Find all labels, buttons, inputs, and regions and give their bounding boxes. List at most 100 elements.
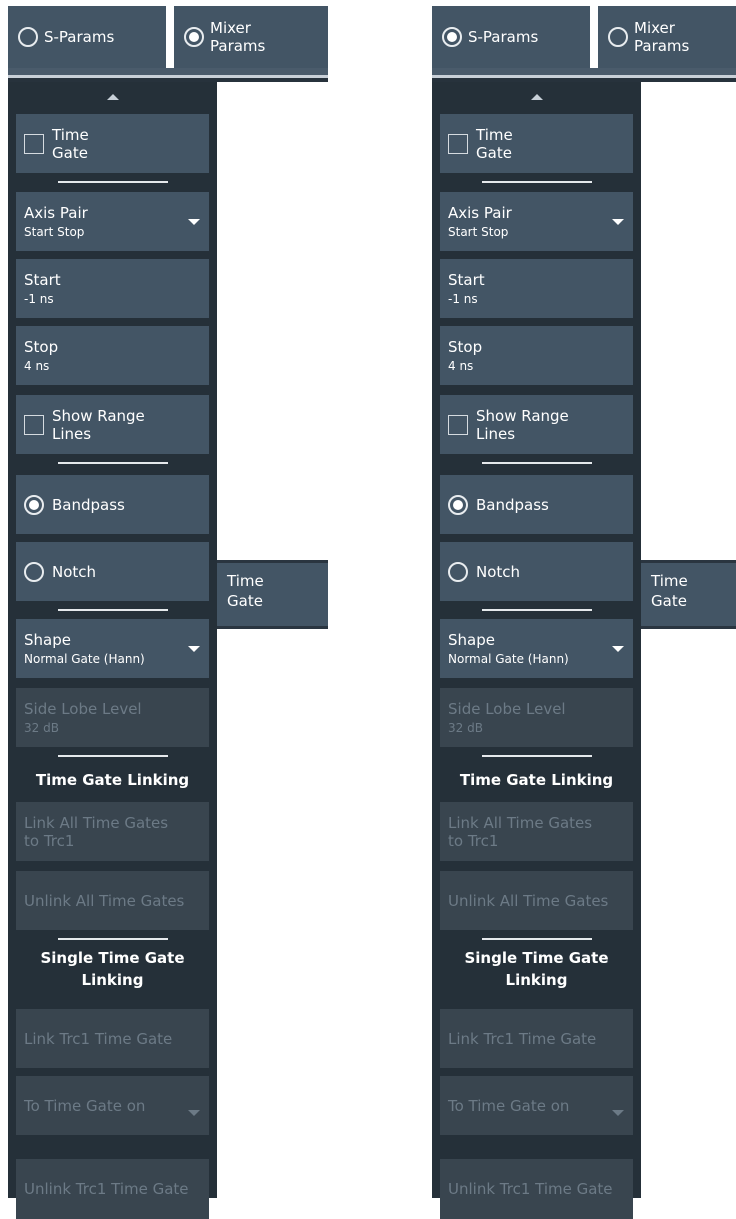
- bandpass-radio-button[interactable]: Bandpass: [16, 475, 209, 534]
- s-params-radio-button[interactable]: S-Params: [8, 6, 166, 68]
- side-tab-border-bottom: [641, 626, 736, 629]
- unlink-all-time-gates-button[interactable]: Unlink All Time Gates: [16, 871, 209, 930]
- chevron-down-icon: [188, 1109, 200, 1116]
- s-params-label: S-Params: [44, 28, 115, 46]
- left-softkey-panel: S-Params Mixer Params Time Gate Axis Pai…: [0, 0, 328, 1219]
- separator: [57, 462, 168, 464]
- notch-label: Notch: [52, 562, 97, 581]
- link-trc1-time-gate-button[interactable]: Link Trc1 Time Gate: [440, 1009, 633, 1068]
- radio-off-icon: [24, 561, 44, 582]
- start-button[interactable]: Start -1 ns: [440, 259, 633, 318]
- side-tab-line2: Gate: [651, 592, 687, 610]
- link-trc1-label: Link Trc1 Time Gate: [448, 1029, 597, 1048]
- radio-on-icon: [448, 494, 468, 515]
- unlink-trc1-time-gate-button[interactable]: Unlink Trc1 Time Gate: [440, 1159, 633, 1219]
- stop-value: 4 ns: [24, 358, 50, 373]
- show-range-lines-checkbox[interactable]: Show Range Lines: [440, 395, 633, 454]
- topbar-divider: [432, 68, 736, 75]
- time-gate-side-tab[interactable]: Time Gate: [217, 560, 328, 628]
- start-button[interactable]: Start -1 ns: [16, 259, 209, 318]
- side-tab-border-top: [217, 560, 328, 563]
- unlink-all-label: Unlink All Time Gates: [24, 891, 185, 910]
- unlink-trc1-time-gate-button[interactable]: Unlink Trc1 Time Gate: [16, 1159, 209, 1219]
- unlink-all-time-gates-button[interactable]: Unlink All Time Gates: [440, 871, 633, 930]
- start-value: -1 ns: [24, 291, 54, 306]
- link-all-line2: to Trc1: [24, 831, 75, 850]
- mixer-label-line2: Params: [634, 37, 690, 55]
- shape-label: Shape: [24, 630, 71, 649]
- to-time-gate-on-dropdown[interactable]: To Time Gate on: [440, 1076, 633, 1135]
- side-lobe-level-button[interactable]: Side Lobe Level 32 dB: [16, 688, 209, 747]
- chevron-up-icon: [106, 94, 119, 100]
- show-range-lines-line1: Show Range: [476, 406, 569, 425]
- notch-radio-button[interactable]: Notch: [440, 542, 633, 601]
- mixer-label-line2: Params: [210, 37, 266, 55]
- to-time-gate-on-label: To Time Gate on: [24, 1096, 146, 1115]
- time-gate-label-line1: Time: [52, 125, 89, 144]
- mixer-label-line1: Mixer: [210, 19, 251, 37]
- s-params-radio-button[interactable]: S-Params: [432, 6, 590, 68]
- to-time-gate-on-dropdown[interactable]: To Time Gate on: [16, 1076, 209, 1135]
- single-heading-line2: Linking: [81, 971, 144, 989]
- time-gate-checkbox[interactable]: Time Gate: [16, 114, 209, 173]
- time-gate-checkbox[interactable]: Time Gate: [440, 114, 633, 173]
- shape-dropdown[interactable]: Shape Normal Gate (Hann): [16, 619, 209, 678]
- checkbox-icon: [448, 133, 468, 154]
- start-value: -1 ns: [448, 291, 478, 306]
- time-gate-linking-heading: Time Gate Linking: [459, 771, 614, 789]
- mixer-params-label: Mixer Params: [210, 19, 265, 55]
- shape-dropdown[interactable]: Shape Normal Gate (Hann): [440, 619, 633, 678]
- mixer-params-label: Mixer Params: [634, 19, 689, 55]
- chevron-down-icon: [612, 645, 624, 652]
- time-gate-softkey-panel: Time Gate Axis Pair Start Stop Start -1 …: [8, 82, 217, 1219]
- bandpass-radio-button[interactable]: Bandpass: [440, 475, 633, 534]
- link-all-time-gates-button[interactable]: Link All Time Gates to Trc1: [440, 802, 633, 861]
- single-heading-line2: Linking: [505, 971, 568, 989]
- chevron-down-icon: [612, 1109, 624, 1116]
- side-lobe-level-value: 32 dB: [24, 720, 59, 735]
- side-lobe-level-label: Side Lobe Level: [24, 699, 142, 718]
- link-trc1-label: Link Trc1 Time Gate: [24, 1029, 173, 1048]
- time-gate-linking-heading: Time Gate Linking: [35, 771, 190, 789]
- unlink-trc1-label: Unlink Trc1 Time Gate: [448, 1180, 613, 1198]
- chevron-down-icon: [612, 218, 624, 225]
- show-range-lines-checkbox[interactable]: Show Range Lines: [16, 395, 209, 454]
- axis-pair-dropdown[interactable]: Axis Pair Start Stop: [440, 192, 633, 251]
- separator: [481, 609, 592, 611]
- scroll-up-button[interactable]: [432, 90, 641, 104]
- time-gate-side-tab[interactable]: Time Gate: [641, 560, 736, 628]
- s-params-label: S-Params: [468, 28, 539, 46]
- separator: [481, 462, 592, 464]
- axis-pair-dropdown[interactable]: Axis Pair Start Stop: [16, 192, 209, 251]
- link-all-time-gates-button[interactable]: Link All Time Gates to Trc1: [16, 802, 209, 861]
- chevron-down-icon: [188, 645, 200, 652]
- stop-value: 4 ns: [448, 358, 474, 373]
- time-gate-label-line2: Gate: [52, 143, 88, 162]
- stop-button[interactable]: Stop 4 ns: [440, 326, 633, 385]
- side-tab-border-bottom: [217, 626, 328, 629]
- checkbox-icon: [24, 133, 44, 154]
- stop-label: Stop: [24, 337, 59, 356]
- chevron-down-icon: [188, 218, 200, 225]
- mixer-params-radio-button[interactable]: Mixer Params: [598, 6, 736, 68]
- stop-button[interactable]: Stop 4 ns: [16, 326, 209, 385]
- radio-on-icon: [24, 494, 44, 515]
- mixer-params-radio-button[interactable]: Mixer Params: [174, 6, 328, 68]
- scroll-up-button[interactable]: [8, 90, 217, 104]
- side-lobe-level-button[interactable]: Side Lobe Level 32 dB: [440, 688, 633, 747]
- show-range-lines-line2: Lines: [476, 424, 516, 443]
- unlink-all-label: Unlink All Time Gates: [448, 891, 609, 910]
- time-gate-softkey-panel: Time Gate Axis Pair Start Stop Start -1 …: [432, 82, 641, 1219]
- show-range-lines-line2: Lines: [52, 424, 92, 443]
- axis-pair-label: Axis Pair: [448, 203, 512, 222]
- show-range-lines-line1: Show Range: [52, 406, 145, 425]
- parameter-type-bar: S-Params Mixer Params: [424, 6, 736, 68]
- radio-off-icon: [448, 561, 468, 582]
- link-all-line1: Link All Time Gates: [24, 813, 169, 832]
- link-trc1-time-gate-button[interactable]: Link Trc1 Time Gate: [16, 1009, 209, 1068]
- notch-radio-button[interactable]: Notch: [16, 542, 209, 601]
- separator: [481, 181, 592, 183]
- stop-label: Stop: [448, 337, 483, 356]
- side-tab-label: Time Gate: [227, 572, 264, 610]
- topbar-divider: [8, 68, 328, 75]
